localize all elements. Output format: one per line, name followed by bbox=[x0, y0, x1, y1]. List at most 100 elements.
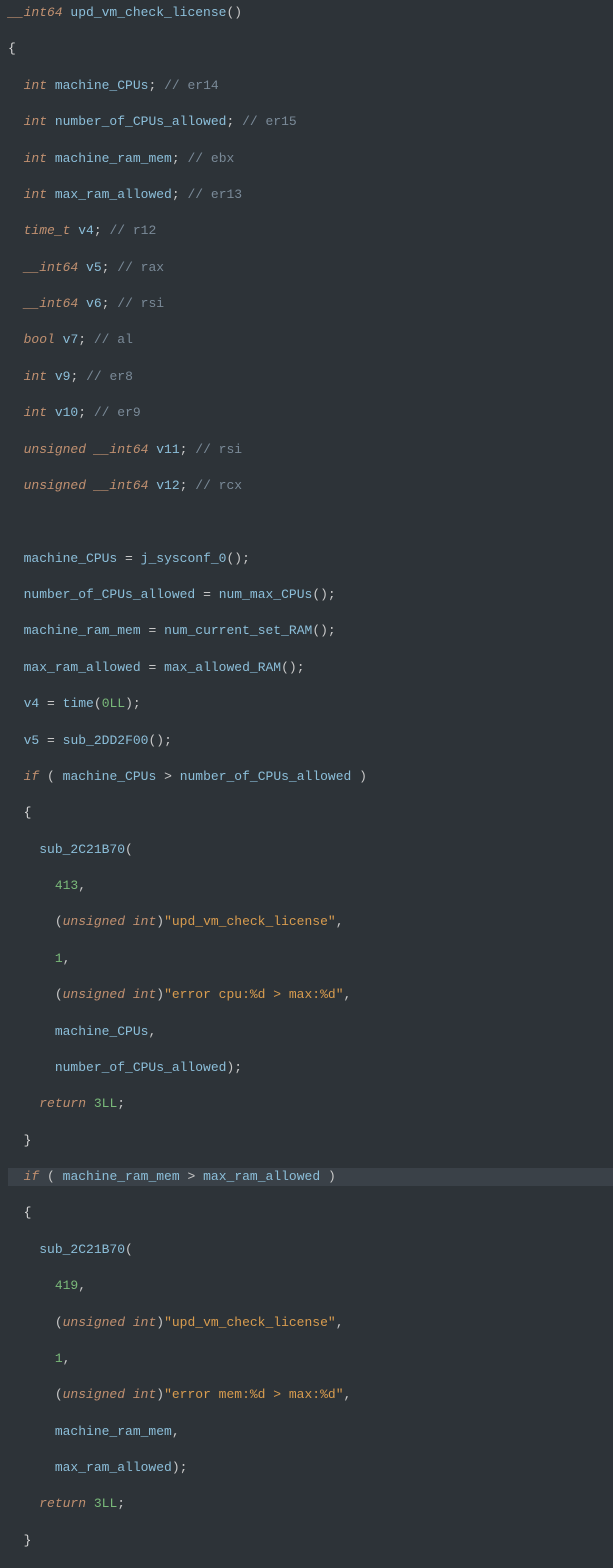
token-paren: ( bbox=[55, 987, 63, 1002]
code-line[interactable]: bool v7; // al bbox=[8, 331, 613, 349]
code-editor[interactable]: __int64 upd_vm_check_license() { int mac… bbox=[0, 4, 613, 1568]
token-var: machine_ram_mem bbox=[24, 623, 141, 638]
code-line[interactable]: (unsigned int)"upd_vm_check_license", bbox=[8, 913, 613, 931]
token-white bbox=[211, 587, 219, 602]
code-line[interactable]: max_ram_allowed = max_allowed_RAM(); bbox=[8, 659, 613, 677]
token-comment: // r12 bbox=[109, 223, 156, 238]
code-line[interactable]: machine_ram_mem, bbox=[8, 1423, 613, 1441]
code-line[interactable]: int machine_ram_mem; // ebx bbox=[8, 150, 613, 168]
code-line[interactable]: } bbox=[8, 1532, 613, 1550]
token-type: int bbox=[24, 405, 47, 420]
token-comment: // er14 bbox=[164, 78, 219, 93]
code-line[interactable]: int max_ram_allowed; // er13 bbox=[8, 186, 613, 204]
token-string: "upd_vm_check_license" bbox=[164, 1315, 336, 1330]
token-var: v7 bbox=[63, 332, 79, 347]
token-var: v5 bbox=[86, 260, 102, 275]
code-line[interactable]: sub_2C21B70( bbox=[8, 1241, 613, 1259]
token-number: 1 bbox=[55, 1351, 63, 1366]
token-punct: = bbox=[125, 551, 133, 566]
token-white bbox=[156, 623, 164, 638]
token-var: machine_CPUs bbox=[63, 769, 157, 784]
token-type: __int64 bbox=[24, 260, 79, 275]
code-line[interactable]: number_of_CPUs_allowed); bbox=[8, 1059, 613, 1077]
token-paren: ) bbox=[156, 1387, 164, 1402]
token-paren: (); bbox=[148, 733, 171, 748]
code-line[interactable]: number_of_CPUs_allowed = num_max_CPUs(); bbox=[8, 586, 613, 604]
token-punct: , bbox=[336, 914, 344, 929]
token-punct: = bbox=[47, 733, 55, 748]
token-paren: ( bbox=[125, 1242, 133, 1257]
code-line[interactable]: } bbox=[8, 1132, 613, 1150]
code-line[interactable]: int v10; // er9 bbox=[8, 404, 613, 422]
token-func: sub_2C21B70 bbox=[39, 842, 125, 857]
token-punct: = bbox=[47, 696, 55, 711]
token-punct: , bbox=[63, 951, 71, 966]
token-comment: // er15 bbox=[242, 114, 297, 129]
code-line[interactable]: 1, bbox=[8, 1350, 613, 1368]
token-comment: // rsi bbox=[117, 296, 164, 311]
code-line[interactable]: { bbox=[8, 804, 613, 822]
token-punct: ; bbox=[172, 187, 180, 202]
code-line[interactable]: time_t v4; // r12 bbox=[8, 222, 613, 240]
code-line[interactable]: return 3LL; bbox=[8, 1095, 613, 1113]
token-white bbox=[47, 187, 55, 202]
token-var: number_of_CPUs_allowed bbox=[55, 1060, 227, 1075]
code-line[interactable]: machine_ram_mem = num_current_set_RAM(); bbox=[8, 622, 613, 640]
token-white bbox=[8, 660, 24, 675]
code-line[interactable]: v4 = time(0LL); bbox=[8, 695, 613, 713]
code-line[interactable]: unsigned __int64 v11; // rsi bbox=[8, 441, 613, 459]
token-paren: ( bbox=[125, 842, 133, 857]
code-line[interactable]: int v9; // er8 bbox=[8, 368, 613, 386]
token-comment: // rsi bbox=[195, 442, 242, 457]
code-line[interactable]: if ( machine_ram_mem > max_ram_allowed ) bbox=[8, 1168, 613, 1186]
code-line[interactable]: max_ram_allowed); bbox=[8, 1459, 613, 1477]
code-line[interactable]: 413, bbox=[8, 877, 613, 895]
code-line[interactable]: int machine_CPUs; // er14 bbox=[8, 77, 613, 95]
token-comment: // ebx bbox=[187, 151, 234, 166]
code-line[interactable]: machine_CPUs = j_sysconf_0(); bbox=[8, 550, 613, 568]
token-white bbox=[172, 769, 180, 784]
token-paren: (); bbox=[312, 587, 335, 602]
code-line[interactable]: unsigned __int64 v12; // rcx bbox=[8, 477, 613, 495]
code-line[interactable]: int number_of_CPUs_allowed; // er15 bbox=[8, 113, 613, 131]
token-var: machine_CPUs bbox=[55, 1024, 149, 1039]
token-paren: (); bbox=[227, 551, 250, 566]
token-number: 3LL bbox=[94, 1096, 117, 1111]
token-paren: ( bbox=[47, 769, 63, 784]
code-line[interactable]: (unsigned int)"error cpu:%d > max:%d", bbox=[8, 986, 613, 1004]
code-line[interactable]: machine_CPUs, bbox=[8, 1023, 613, 1041]
code-line[interactable]: v5 = sub_2DD2F00(); bbox=[8, 732, 613, 750]
code-line[interactable]: (unsigned int)"upd_vm_check_license", bbox=[8, 1314, 613, 1332]
token-paren: ) bbox=[156, 914, 164, 929]
code-line[interactable]: __int64 v6; // rsi bbox=[8, 295, 613, 313]
token-punct: , bbox=[63, 1351, 71, 1366]
token-func: sub_2DD2F00 bbox=[63, 733, 149, 748]
token-white bbox=[8, 405, 24, 420]
token-paren: (); bbox=[312, 623, 335, 638]
token-var: max_ram_allowed bbox=[24, 660, 141, 675]
token-number: 3LL bbox=[94, 1496, 117, 1511]
token-number: 419 bbox=[55, 1278, 78, 1293]
code-line[interactable]: 1, bbox=[8, 950, 613, 968]
code-line[interactable]: __int64 upd_vm_check_license() bbox=[8, 4, 613, 22]
code-line[interactable]: 419, bbox=[8, 1277, 613, 1295]
token-type: bool bbox=[24, 332, 55, 347]
token-punct: , bbox=[336, 1315, 344, 1330]
code-line[interactable]: (unsigned int)"error mem:%d > max:%d", bbox=[8, 1386, 613, 1404]
code-line[interactable]: sub_2C21B70( bbox=[8, 841, 613, 859]
code-line[interactable]: { bbox=[8, 1204, 613, 1222]
code-line[interactable] bbox=[8, 513, 613, 531]
code-line[interactable]: return 3LL; bbox=[8, 1495, 613, 1513]
token-type: __int64 bbox=[8, 5, 63, 20]
token-white bbox=[8, 1278, 55, 1293]
code-line[interactable]: __int64 v5; // rax bbox=[8, 259, 613, 277]
token-keyword: return bbox=[39, 1496, 86, 1511]
token-white bbox=[86, 332, 94, 347]
token-white bbox=[8, 551, 24, 566]
token-type: unsigned __int64 bbox=[24, 478, 149, 493]
token-white bbox=[47, 151, 55, 166]
code-line[interactable]: { bbox=[8, 40, 613, 58]
token-punct: , bbox=[172, 1424, 180, 1439]
code-line[interactable]: if ( machine_CPUs > number_of_CPUs_allow… bbox=[8, 768, 613, 786]
token-white: } bbox=[8, 1533, 31, 1548]
